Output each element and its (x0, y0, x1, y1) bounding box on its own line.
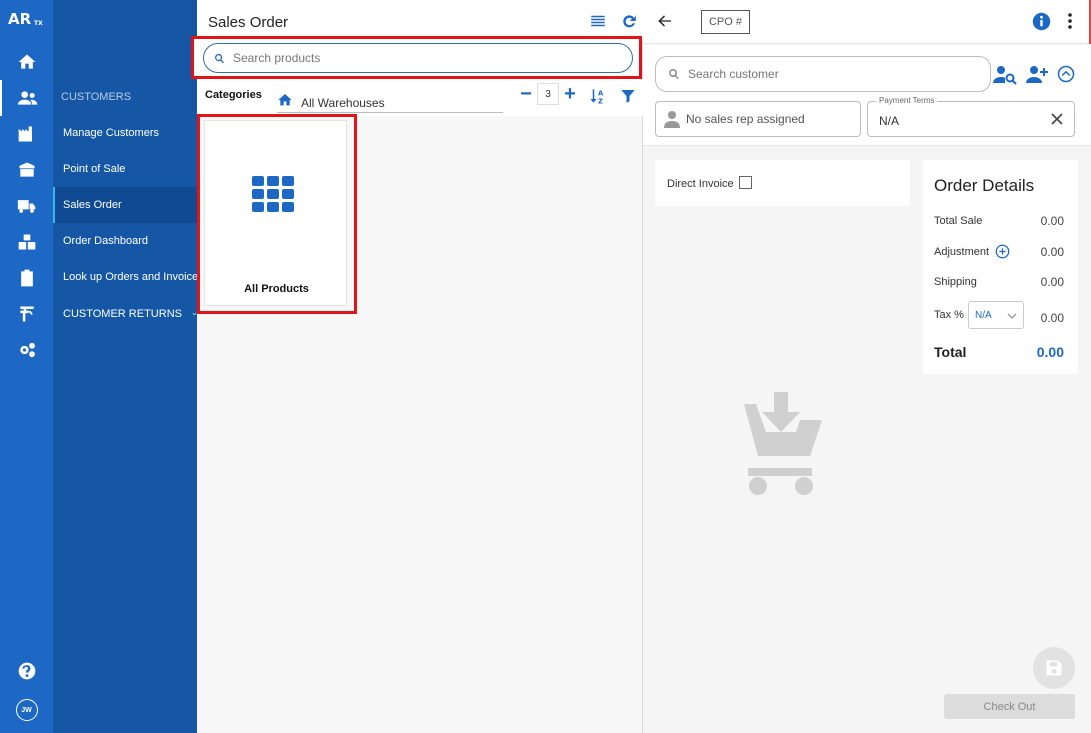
icon-rail: AR TX JW (0, 0, 53, 733)
increase-button[interactable]: + (559, 83, 581, 105)
list-view-icon[interactable] (589, 12, 607, 30)
save-button[interactable] (1033, 647, 1075, 689)
cpo-field[interactable]: CPO # (701, 10, 750, 34)
columns-value[interactable]: 3 (537, 83, 559, 105)
filter-icon[interactable] (619, 87, 637, 105)
svg-text:A: A (598, 89, 604, 97)
nav-item-manage-customers[interactable]: Manage Customers (53, 115, 197, 151)
product-search-highlight (191, 36, 642, 79)
nav-item-sales-order[interactable]: Sales Order (53, 187, 197, 223)
svg-text:Z: Z (598, 98, 603, 106)
card-label: All Products (244, 283, 309, 295)
factory-icon[interactable] (0, 116, 53, 152)
categories-label: Categories (205, 89, 262, 101)
order-details-title: Order Details (934, 176, 1035, 195)
nav-section-customers: CUSTOMERS (61, 91, 132, 103)
payment-terms-field[interactable]: Payment Terms N/A (867, 96, 1075, 137)
order-header: CPO # (643, 0, 1091, 44)
nav-item-order-dashboard[interactable]: Order Dashboard (53, 223, 197, 259)
home-icon (278, 93, 292, 105)
home-icon[interactable] (0, 44, 53, 80)
user-avatar[interactable]: JW (0, 692, 53, 728)
order-details-card: Order Details Total Sale 0.00 Adjustment… (923, 160, 1078, 374)
grid-icon (252, 176, 294, 212)
nav-panel: CUSTOMERS Manage Customers Point of Sale… (53, 0, 197, 733)
shipping-row: Shipping 0.00 (934, 275, 1064, 289)
add-adjustment-icon[interactable] (995, 244, 1010, 259)
collapse-icon[interactable] (1057, 65, 1075, 83)
decrease-button[interactable]: − (515, 83, 537, 105)
search-icon (669, 69, 679, 80)
order-panel: CPO # No sales rep assigned Payment Term… (643, 0, 1091, 733)
adjustment-row: Adjustment 0.00 (934, 244, 1064, 259)
customer-search-box (655, 56, 991, 92)
product-header: Sales Order (197, 0, 643, 40)
nav-item-lookup-orders[interactable]: Look up Orders and Invoices (53, 259, 197, 295)
columns-stepper: − 3 + (515, 83, 581, 105)
truck-icon[interactable] (0, 188, 53, 224)
box-icon[interactable] (0, 152, 53, 188)
save-icon (1046, 660, 1062, 676)
info-icon[interactable] (1032, 12, 1051, 31)
tax-row: Tax % N/A 0.00 (934, 301, 1064, 329)
category-bar: Categories All Warehouses − 3 + AZ (197, 79, 643, 116)
customer-section: No sales rep assigned Payment Terms N/A (643, 45, 1091, 146)
more-options-icon[interactable] (1067, 13, 1073, 29)
inventory-icon[interactable] (0, 224, 53, 260)
nav-item-point-of-sale[interactable]: Point of Sale (53, 151, 197, 187)
direct-invoice-label: Direct Invoice (667, 178, 734, 190)
help-icon[interactable] (0, 653, 53, 689)
search-icon (215, 53, 224, 63)
total-sale-row: Total Sale 0.00 (934, 214, 1064, 228)
add-customer-icon[interactable] (1025, 63, 1049, 85)
chevron-down-icon (1007, 313, 1017, 319)
refresh-icon[interactable] (620, 12, 638, 30)
checkout-button[interactable]: Check Out (944, 694, 1075, 719)
direct-invoice-row: Direct Invoice (655, 160, 910, 206)
settings-icon[interactable] (0, 332, 53, 368)
product-search-box (203, 43, 633, 73)
app-logo: AR TX (8, 10, 43, 28)
product-search-input[interactable] (233, 51, 613, 65)
product-card-highlight: All Products (197, 114, 357, 314)
product-card-all[interactable]: All Products (204, 120, 347, 306)
sales-rep-field[interactable]: No sales rep assigned (655, 101, 861, 137)
direct-invoice-checkbox[interactable] (739, 176, 752, 189)
customer-search-input[interactable] (688, 67, 978, 81)
nav-item-customer-returns[interactable]: CUSTOMER RETURNS (53, 296, 197, 332)
page-title: Sales Order (208, 14, 289, 31)
total-row: Total 0.00 (934, 344, 1064, 360)
warehouse-selector[interactable]: All Warehouses (277, 87, 503, 113)
clear-icon[interactable] (1050, 112, 1064, 126)
back-arrow-icon[interactable] (657, 13, 673, 29)
sort-az-icon[interactable]: AZ (589, 87, 607, 106)
clipboard-icon[interactable] (0, 260, 53, 296)
product-panel: Sales Order Categories All Warehouses − … (191, 0, 643, 733)
crane-icon[interactable] (0, 296, 53, 332)
empty-cart-icon (728, 392, 822, 495)
customers-icon[interactable] (0, 80, 53, 116)
tax-select[interactable]: N/A (967, 301, 1024, 329)
person-icon (664, 111, 680, 128)
find-customer-icon[interactable] (993, 63, 1017, 85)
